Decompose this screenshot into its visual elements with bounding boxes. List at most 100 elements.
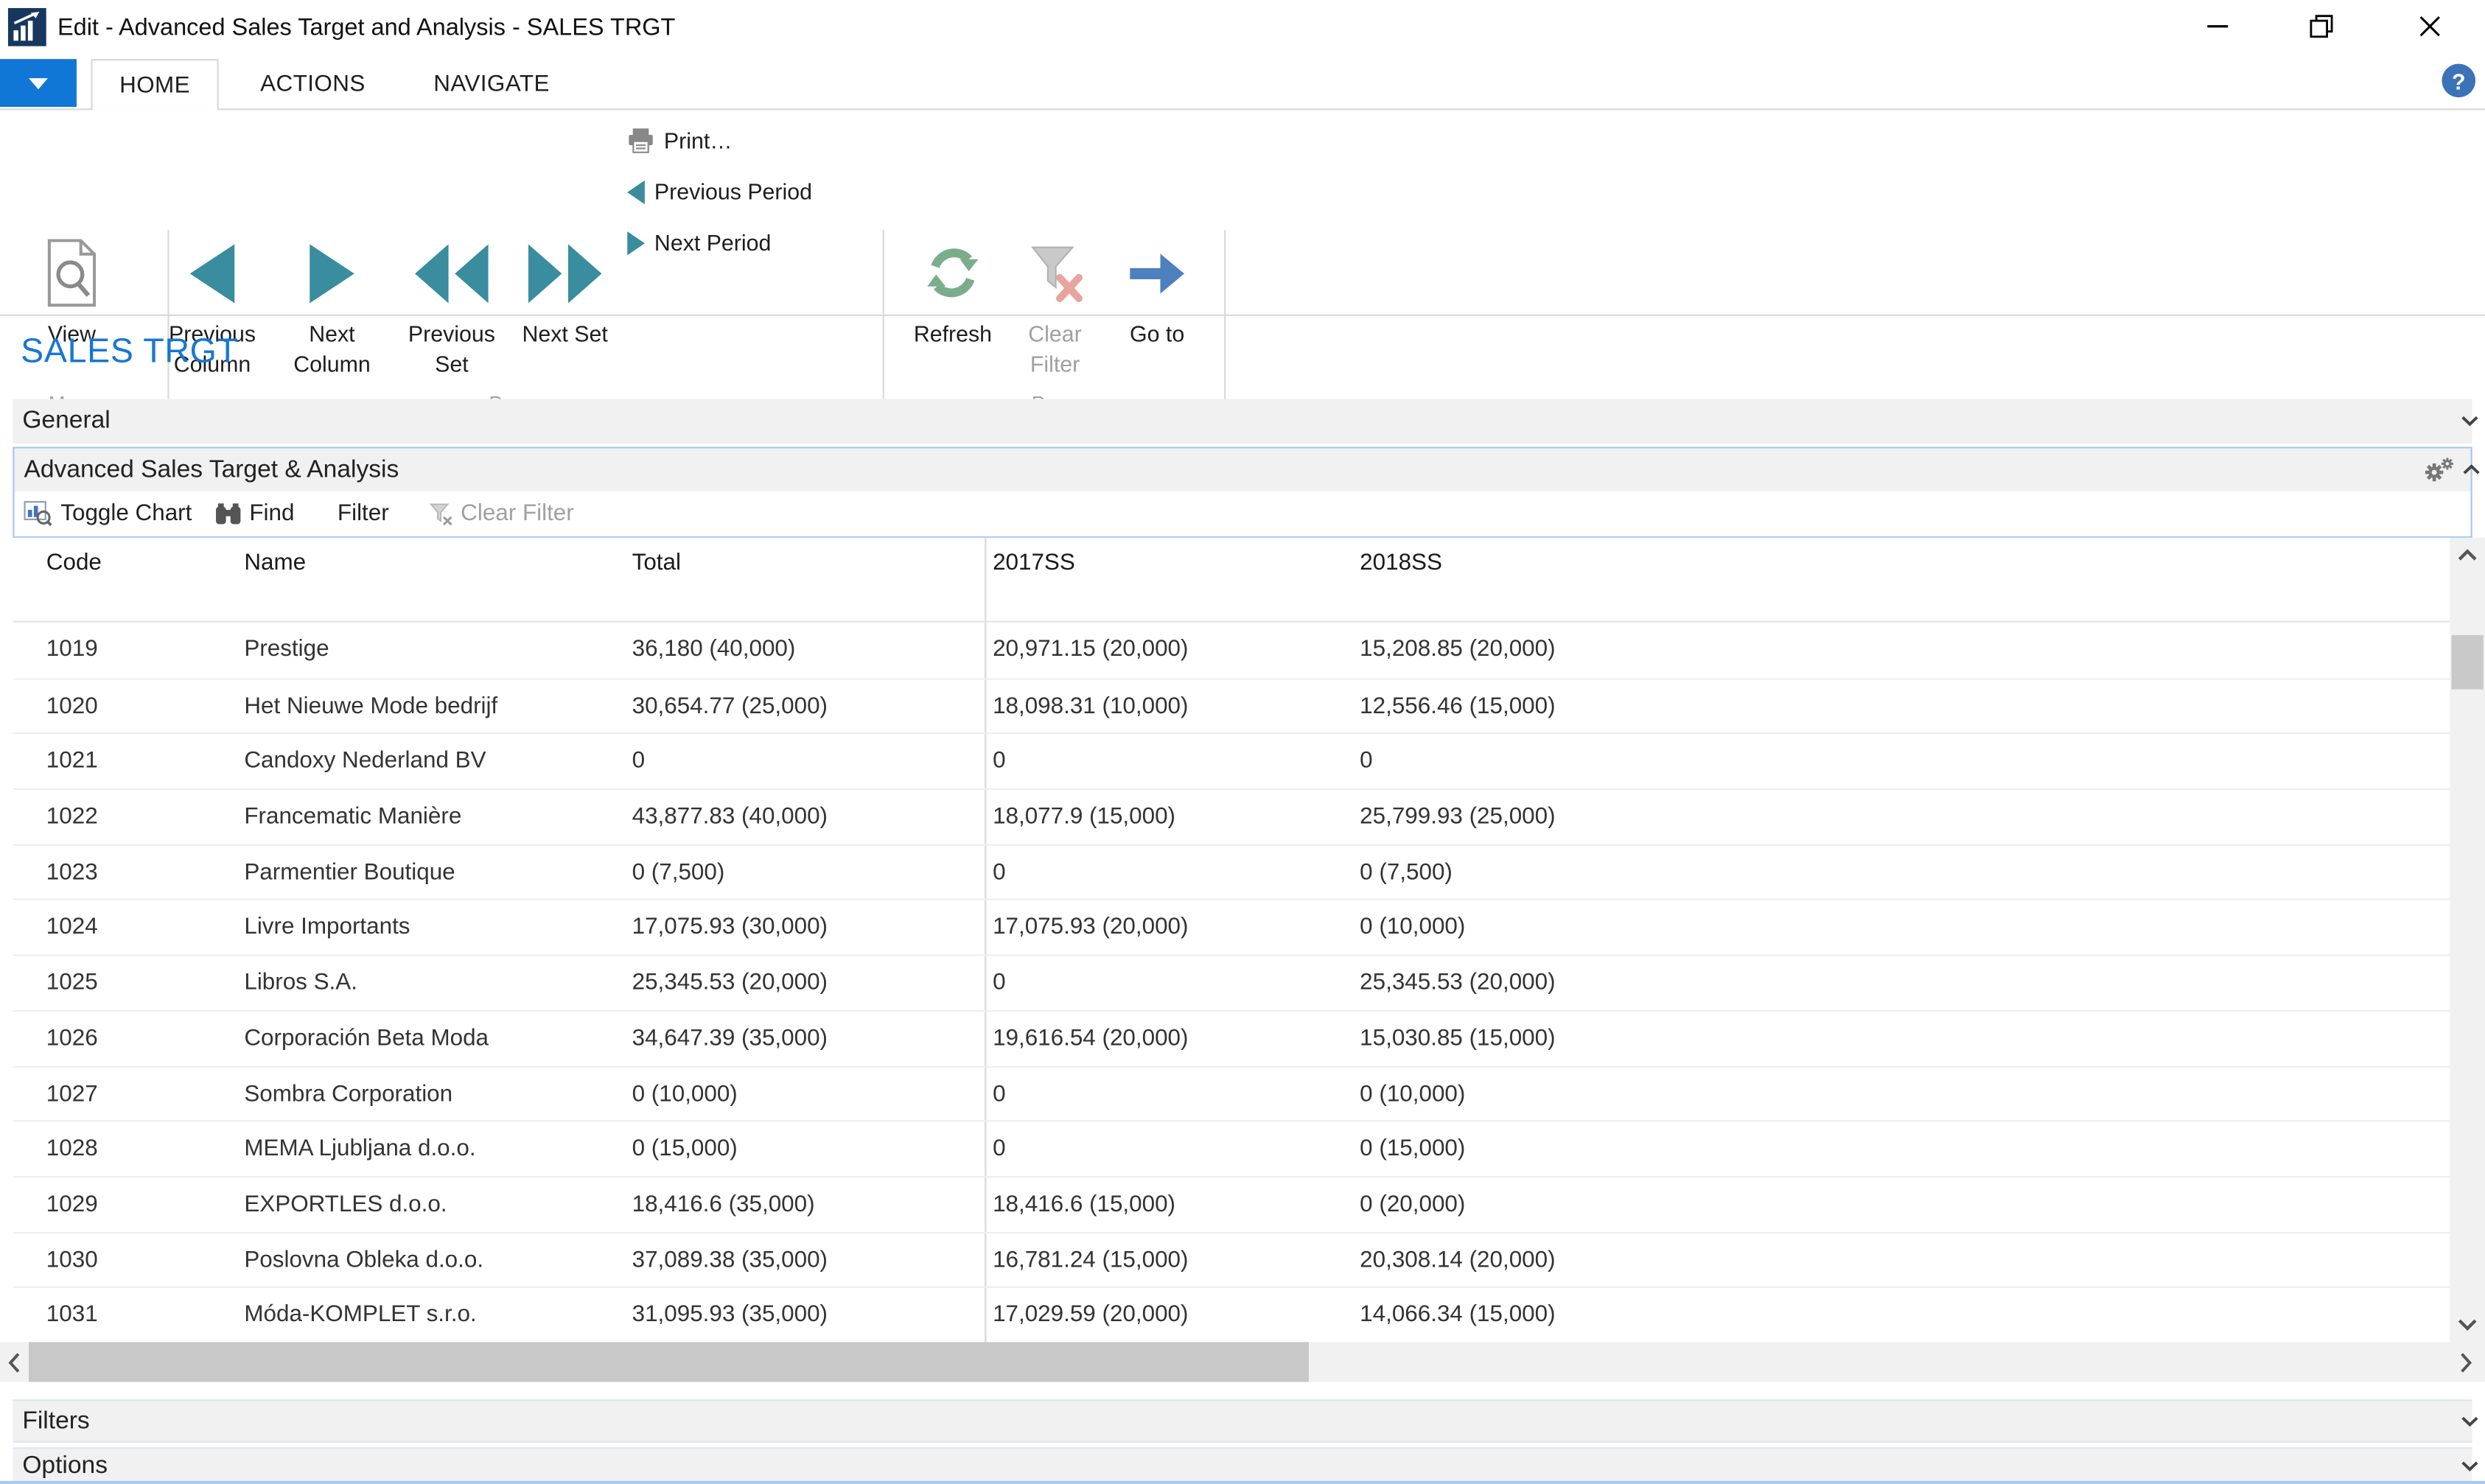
fasttab-filters[interactable]: Filters xyxy=(13,1399,2472,1442)
table-row[interactable]: 1029EXPORTLES d.o.o.18,416.6 (35,000)18,… xyxy=(13,1176,2450,1231)
table-cell: 0 xyxy=(632,735,645,790)
group-divider xyxy=(883,230,884,412)
table-cell: Het Nieuwe Mode bedrijf xyxy=(244,679,497,735)
column-header-code[interactable]: Code xyxy=(46,550,102,576)
app-bar-chart-icon xyxy=(8,8,46,46)
table-cell: Poslovna Obleka d.o.o. xyxy=(244,1233,483,1288)
fasttab-options[interactable]: Options xyxy=(13,1447,2472,1484)
toggle-chart-button[interactable]: Toggle Chart xyxy=(24,501,192,527)
clear-filter-small-icon xyxy=(429,502,452,525)
fasttab-general-label: General xyxy=(22,398,110,443)
gears-icon[interactable] xyxy=(2425,456,2455,483)
scroll-left-icon[interactable] xyxy=(8,1351,21,1372)
table-row[interactable]: 1025Libros S.A.25,345.53 (20,000)025,345… xyxy=(13,954,2450,1009)
minimize-button[interactable] xyxy=(2185,0,2249,52)
analysis-table: Code Name Total 2017SS 2018SS 1019Presti… xyxy=(13,538,2450,1343)
table-cell: 0 xyxy=(993,1122,1005,1177)
table-cell: 0 xyxy=(1360,735,1372,790)
table-cell: 20,308.14 (20,000) xyxy=(1360,1233,1555,1288)
table-cell: 17,075.93 (20,000) xyxy=(993,900,1188,956)
close-icon xyxy=(2419,16,2439,37)
table-cell: Parmentier Boutique xyxy=(244,845,455,900)
table-cell: 37,089.38 (35,000) xyxy=(632,1233,828,1288)
filter-button[interactable]: Filter xyxy=(338,501,389,527)
table-cell: Sombra Corporation xyxy=(244,1067,452,1122)
fasttab-analysis-label: Advanced Sales Target & Analysis xyxy=(24,449,399,491)
fasttab-analysis-toolbar: Toggle Chart Find Filter xyxy=(14,491,2470,536)
column-header-total[interactable]: Total xyxy=(632,550,681,576)
tab-navigate[interactable]: NAVIGATE xyxy=(408,59,574,110)
table-cell: 16,781.24 (15,000) xyxy=(993,1233,1188,1288)
table-row[interactable]: 1023Parmentier Boutique0 (7,500)00 (7,50… xyxy=(13,844,2450,899)
table-row[interactable]: 1020Het Nieuwe Mode bedrijf30,654.77 (25… xyxy=(13,678,2450,733)
next-period-button[interactable]: Next Period xyxy=(627,227,771,259)
go-to-arrow-icon xyxy=(1128,230,1186,316)
scroll-down-icon[interactable] xyxy=(2458,1318,2477,1331)
table-row[interactable]: 1030Poslovna Obleka d.o.o.37,089.38 (35,… xyxy=(13,1231,2450,1287)
chevron-down-icon xyxy=(2461,1415,2479,1427)
table-cell: 1026 xyxy=(46,1012,98,1067)
double-arrow-left-icon xyxy=(415,230,489,316)
restore-icon xyxy=(2309,14,2332,38)
chevron-down-icon xyxy=(29,77,48,88)
scroll-up-icon[interactable] xyxy=(2458,549,2477,561)
table-row[interactable]: 1031Móda-KOMPLET s.r.o.31,095.93 (35,000… xyxy=(13,1287,2450,1342)
table-cell: 18,416.6 (35,000) xyxy=(632,1177,815,1233)
fasttab-analysis-header[interactable]: Advanced Sales Target & Analysis xyxy=(14,449,2470,491)
go-to-button[interactable]: Go to xyxy=(1117,230,1197,349)
toggle-chart-icon xyxy=(24,501,52,527)
previous-period-button[interactable]: Previous Period xyxy=(627,175,812,207)
fasttab-filters-label: Filters xyxy=(22,1401,89,1441)
view-document-magnifier-icon xyxy=(46,230,97,316)
table-row[interactable]: 1028 MEMA Ljubljana d.o.o. 0 (15,000) 0 0 (1… xyxy=(13,1121,2450,1176)
table-cell: 1022 xyxy=(46,790,98,845)
tab-home[interactable]: HOME xyxy=(91,59,218,110)
fasttab-general[interactable]: General xyxy=(13,398,2472,443)
table-cell: 1028 xyxy=(46,1122,98,1177)
table-cell: 1019 xyxy=(46,623,98,678)
table-cell: Corporación Beta Moda xyxy=(244,1012,489,1067)
vertical-scrollbar[interactable] xyxy=(2450,538,2485,1343)
horizontal-scrollbar[interactable] xyxy=(0,1342,2485,1382)
double-arrow-right-icon xyxy=(528,230,602,316)
horizontal-scrollbar-thumb[interactable] xyxy=(29,1342,1309,1382)
table-cell: 0 (7,500) xyxy=(632,845,725,900)
scroll-right-icon[interactable] xyxy=(2459,1351,2472,1372)
table-row[interactable]: 1019Prestige36,180 (40,000)20,971.15 (20… xyxy=(13,623,2450,678)
chevron-up-icon xyxy=(2463,463,2481,475)
find-button[interactable]: Find xyxy=(216,501,295,527)
group-divider xyxy=(1224,230,1226,412)
ribbon: Manage Process Page View Previous Column xyxy=(0,110,2485,315)
binoculars-icon xyxy=(216,503,242,525)
help-button[interactable]: ? xyxy=(2442,64,2475,97)
tab-actions[interactable]: ACTIONS xyxy=(240,59,386,110)
small-arrow-right-icon xyxy=(627,231,645,254)
chevron-down-icon xyxy=(2461,1461,2479,1472)
vertical-scrollbar-thumb[interactable] xyxy=(2452,635,2484,690)
column-header-2018ss[interactable]: 2018SS xyxy=(1360,550,1442,576)
table-cell: MEMA Ljubljana d.o.o. xyxy=(244,1122,475,1177)
print-button[interactable]: Print… xyxy=(627,125,732,156)
clear-filter-icon xyxy=(1024,230,1085,316)
table-row[interactable]: 1024Livre Importants17,075.93 (30,000)17… xyxy=(13,899,2450,954)
table-row[interactable]: 1026Corporación Beta Moda34,647.39 (35,0… xyxy=(13,1009,2450,1065)
table-cell: Livre Importants xyxy=(244,900,410,956)
next-column-button[interactable]: Next Column xyxy=(279,230,385,379)
application-window: Edit - Advanced Sales Target and Analysi… xyxy=(0,0,2485,1483)
next-set-button[interactable]: Next Set xyxy=(511,230,619,349)
table-cell: 12,556.46 (15,000) xyxy=(1360,679,1555,735)
close-button[interactable] xyxy=(2397,0,2461,52)
table-cell: 0 (15,000) xyxy=(1360,1122,1465,1177)
table-row[interactable]: 1022 Francematic Manière 43,877.83 (40,000… xyxy=(13,788,2450,844)
table-cell: 43,877.83 (40,000) xyxy=(632,790,828,845)
table-row[interactable]: 1021Candoxy Nederland BV000 xyxy=(13,733,2450,788)
column-header-name[interactable]: Name xyxy=(244,550,306,576)
column-header-2017ss[interactable]: 2017SS xyxy=(993,550,1075,576)
table-cell: 0 (15,000) xyxy=(632,1122,738,1177)
table-row[interactable]: 1027Sombra Corporation0 (10,000)00 (10,0… xyxy=(13,1065,2450,1121)
previous-set-button[interactable]: Previous Set xyxy=(396,230,508,379)
application-menu-button[interactable] xyxy=(0,59,77,107)
refresh-button[interactable]: Refresh xyxy=(904,230,1002,349)
restore-button[interactable] xyxy=(2289,0,2353,52)
table-cell: Francematic Manière xyxy=(244,790,461,845)
